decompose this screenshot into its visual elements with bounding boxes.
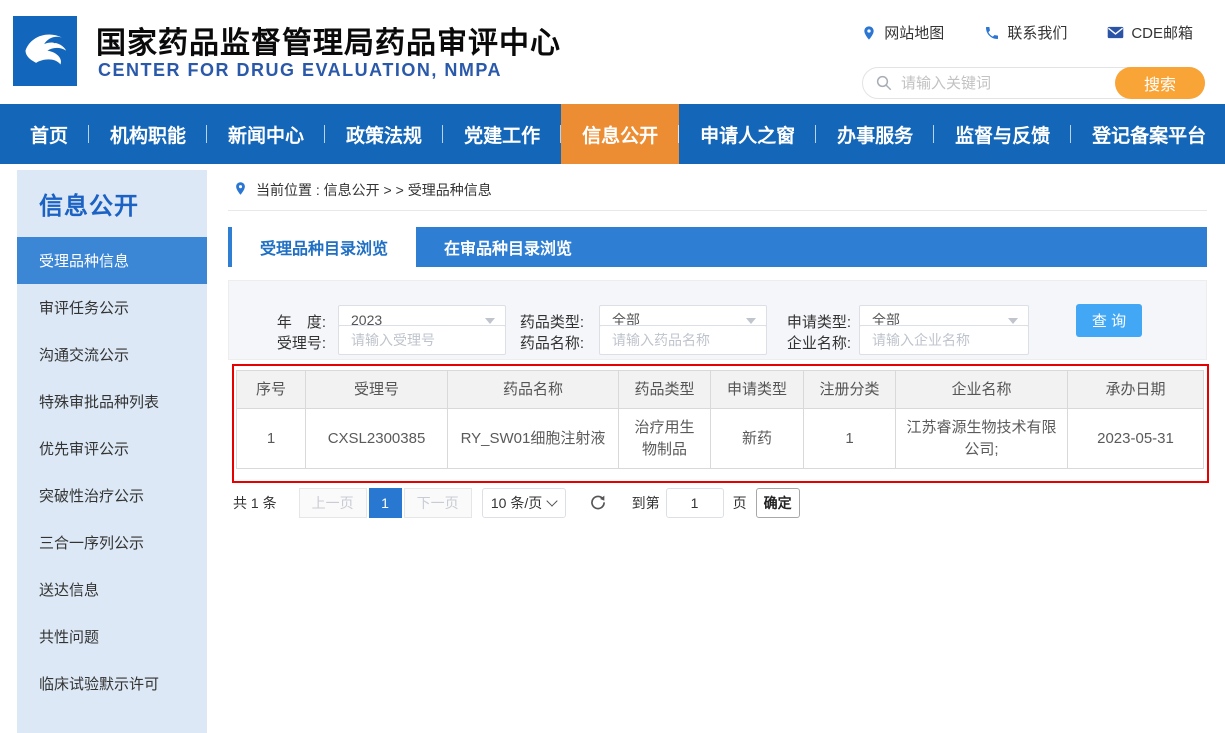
sidebar-item-three-in-one[interactable]: 三合一序列公示 xyxy=(17,519,207,566)
total-count-label: 共 1 条 xyxy=(233,493,277,513)
search-button[interactable]: 搜索 xyxy=(1115,67,1205,99)
header-quick-links: 网站地图 联系我们 CDE邮箱 xyxy=(861,22,1193,43)
year-label: 年 度: xyxy=(229,311,326,332)
page-number-button[interactable]: 1 xyxy=(369,488,402,518)
col-header-drug-type: 药品类型 xyxy=(619,371,711,409)
accept-no-label: 受理号: xyxy=(229,332,326,353)
sidebar-item-special-approval[interactable]: 特殊审批品种列表 xyxy=(17,378,207,425)
breadcrumb: 当前位置 : 信息公开 > > 受理品种信息 xyxy=(228,170,1207,211)
nav-label: 首页 xyxy=(30,121,68,148)
cell-company: 江苏睿源生物技术有限公司; xyxy=(896,409,1068,469)
cell-drug-type: 治疗用生物制品 xyxy=(619,409,711,469)
col-header-apply-type: 申请类型 xyxy=(711,371,804,409)
phone-icon xyxy=(984,25,1000,41)
sitemap-link-label: 网站地图 xyxy=(884,22,944,43)
site-header: 国家药品监督管理局药品审评中心 CENTER FOR DRUG EVALUATI… xyxy=(0,0,1225,104)
drug-name-label: 药品名称: xyxy=(479,332,584,353)
sidebar: 信息公开 受理品种信息 审评任务公示 沟通交流公示 特殊审批品种列表 优先审评公… xyxy=(17,170,207,733)
query-button[interactable]: 查 询 xyxy=(1076,304,1142,337)
results-table: 序号 受理号 药品名称 药品类型 申请类型 注册分类 企业名称 承办日期 1 C… xyxy=(236,370,1204,469)
sitemap-link[interactable]: 网站地图 xyxy=(861,22,944,43)
refresh-icon[interactable] xyxy=(586,491,610,515)
page-subtitle: CENTER FOR DRUG EVALUATION, NMPA xyxy=(98,60,502,81)
cell-drug-name: RY_SW01细胞注射液 xyxy=(448,409,619,469)
page-size-select[interactable]: 10 条/页 xyxy=(482,488,566,518)
page-title: 国家药品监督管理局药品审评中心 xyxy=(96,18,561,62)
col-header-accept-no: 受理号 xyxy=(306,371,448,409)
nav-item-supervision[interactable]: 监督与反馈 xyxy=(934,104,1071,164)
location-pin-icon xyxy=(233,181,248,199)
mailbox-link[interactable]: CDE邮箱 xyxy=(1107,22,1193,43)
nav-label: 党建工作 xyxy=(464,121,540,148)
nav-label: 办事服务 xyxy=(837,121,913,148)
nav-label: 监督与反馈 xyxy=(955,121,1050,148)
pagination: 共 1 条 上一页 1 下一页 10 条/页 到第 页 确定 xyxy=(233,488,800,518)
contact-link[interactable]: 联系我们 xyxy=(984,22,1067,43)
goto-page-suffix: 页 xyxy=(733,493,747,513)
sidebar-item-priority-review[interactable]: 优先审评公示 xyxy=(17,425,207,472)
col-header-index: 序号 xyxy=(237,371,306,409)
col-header-acceptance-date: 承办日期 xyxy=(1068,371,1204,409)
sidebar-item-common-issues[interactable]: 共性问题 xyxy=(17,613,207,660)
main-nav: 首页 机构职能 新闻中心 政策法规 党建工作 信息公开 申请人之窗 办事服务 监… xyxy=(0,104,1225,164)
col-header-drug-name: 药品名称 xyxy=(448,371,619,409)
nav-label: 信息公开 xyxy=(582,121,658,148)
main-content: 当前位置 : 信息公开 > > 受理品种信息 受理品种目录浏览 在审品种目录浏览… xyxy=(228,170,1207,733)
sidebar-title: 信息公开 xyxy=(17,170,207,237)
tab-accepted-catalog[interactable]: 受理品种目录浏览 xyxy=(232,227,416,267)
nav-item-registration-platform[interactable]: 登记备案平台 xyxy=(1071,104,1225,164)
cell-index: 1 xyxy=(237,409,306,469)
table-header-row: 序号 受理号 药品名称 药品类型 申请类型 注册分类 企业名称 承办日期 xyxy=(237,371,1204,409)
cell-apply-type: 新药 xyxy=(711,409,804,469)
tab-under-review-catalog[interactable]: 在审品种目录浏览 xyxy=(416,227,600,267)
chevron-down-icon xyxy=(1008,318,1018,324)
tab-bar: 受理品种目录浏览 在审品种目录浏览 xyxy=(228,227,1207,267)
col-header-registration-class: 注册分类 xyxy=(804,371,896,409)
cell-acceptance-date: 2023-05-31 xyxy=(1068,409,1204,469)
col-header-company: 企业名称 xyxy=(896,371,1068,409)
filter-panel: 年 度: 2023 药品类型: 全部 申请类型: 全部 查 询 受理号: 药品名… xyxy=(228,280,1207,360)
prev-page-button[interactable]: 上一页 xyxy=(299,488,367,518)
sidebar-item-delivery-info[interactable]: 送达信息 xyxy=(17,566,207,613)
contact-link-label: 联系我们 xyxy=(1007,22,1067,43)
table-row: 1 CXSL2300385 RY_SW01细胞注射液 治疗用生物制品 新药 1 … xyxy=(237,409,1204,469)
cell-accept-no: CXSL2300385 xyxy=(306,409,448,469)
nav-item-functions[interactable]: 机构职能 xyxy=(89,104,207,164)
goto-page-input[interactable] xyxy=(666,488,724,518)
sidebar-item-review-tasks[interactable]: 审评任务公示 xyxy=(17,284,207,331)
sidebar-item-breakthrough-therapy[interactable]: 突破性治疗公示 xyxy=(17,472,207,519)
highlight-red-box: 序号 受理号 药品名称 药品类型 申请类型 注册分类 企业名称 承办日期 1 C… xyxy=(232,364,1209,483)
mail-icon xyxy=(1107,25,1124,40)
chevron-down-icon xyxy=(547,495,558,506)
header-search: 搜索 xyxy=(862,67,1205,99)
location-pin-icon xyxy=(861,25,877,41)
page-size-value: 10 条/页 xyxy=(491,493,542,513)
nav-item-home[interactable]: 首页 xyxy=(9,104,89,164)
nav-label: 政策法规 xyxy=(346,121,422,148)
nav-item-news[interactable]: 新闻中心 xyxy=(207,104,325,164)
nav-item-services[interactable]: 办事服务 xyxy=(816,104,934,164)
sidebar-item-clinical-trial-implied-license[interactable]: 临床试验默示许可 xyxy=(17,660,207,707)
company-name-input[interactable] xyxy=(859,325,1029,355)
nav-item-policies[interactable]: 政策法规 xyxy=(325,104,443,164)
cde-logo-icon xyxy=(19,21,71,82)
nav-item-info-disclosure[interactable]: 信息公开 xyxy=(561,104,679,164)
search-icon xyxy=(875,74,893,97)
goto-page-label: 到第 xyxy=(632,493,660,513)
nav-item-applicant-window[interactable]: 申请人之窗 xyxy=(679,104,816,164)
next-page-button[interactable]: 下一页 xyxy=(404,488,472,518)
nav-label: 申请人之窗 xyxy=(700,121,795,148)
cde-logo xyxy=(13,16,77,86)
sidebar-item-accepted-varieties[interactable]: 受理品种信息 xyxy=(17,237,207,284)
nav-label: 新闻中心 xyxy=(228,121,304,148)
cell-registration-class: 1 xyxy=(804,409,896,469)
nav-label: 登记备案平台 xyxy=(1092,121,1206,148)
breadcrumb-text: 当前位置 : 信息公开 > > 受理品种信息 xyxy=(256,180,492,200)
nav-item-party[interactable]: 党建工作 xyxy=(443,104,561,164)
company-name-label: 企业名称: xyxy=(729,332,851,353)
nav-label: 机构职能 xyxy=(110,121,186,148)
sidebar-item-communication[interactable]: 沟通交流公示 xyxy=(17,331,207,378)
mailbox-link-label: CDE邮箱 xyxy=(1131,22,1193,43)
confirm-button[interactable]: 确定 xyxy=(756,488,800,518)
